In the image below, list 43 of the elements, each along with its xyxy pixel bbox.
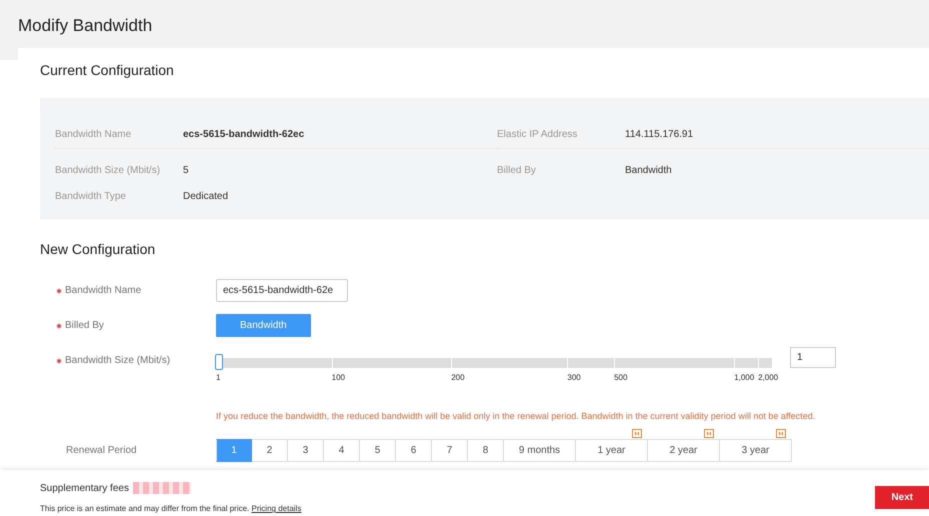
field-value: 5: [183, 164, 189, 176]
field-value: Dedicated: [183, 190, 228, 202]
renewal-period-tab[interactable]: 3: [288, 439, 324, 462]
field-label: Bandwidth Type: [55, 190, 127, 202]
warning-text: If you reduce the bandwidth, the reduced bandwidth will be valid only in the renewal period. Bandwidth in the current validity period will not be affected.: [216, 411, 816, 421]
field-label: Bandwidth Size (Mbit/s): [65, 355, 170, 366]
renewal-period-tab[interactable]: 4: [324, 439, 360, 462]
tick-label: 2,000: [758, 373, 778, 382]
field-value: ecs-5615-bandwidth-62ec: [183, 128, 304, 140]
renewal-period-tab[interactable]: 1 year: [576, 439, 648, 462]
renewal-period-tab[interactable]: 8: [468, 439, 504, 462]
section-heading: Current Configuration: [40, 62, 174, 78]
tick-label: 500: [614, 373, 628, 382]
tick-label: 1,000: [734, 373, 754, 382]
fees-label: Supplementary fees: [40, 482, 129, 494]
field-label: Bandwidth Name: [55, 128, 132, 140]
field-label: Billed By: [497, 164, 537, 176]
renewal-period-tab[interactable]: 9 months: [504, 439, 576, 462]
tick-label: 1: [216, 373, 220, 382]
page-title: Modify Bandwidth: [18, 15, 152, 36]
renewal-period-tab[interactable]: 2 year: [648, 439, 720, 462]
field-label: Bandwidth Name: [65, 285, 142, 296]
field-value: 114.115.176.91: [625, 128, 694, 140]
field-label: Renewal Period: [65, 445, 138, 456]
bandwidth-size-field[interactable]: 1: [790, 347, 836, 368]
renewal-period-tab[interactable]: 6: [396, 439, 432, 462]
renewal-period-tab[interactable]: 2: [252, 439, 288, 462]
field-label: Billed By: [65, 320, 104, 331]
renewal-period-tab[interactable]: 7: [432, 439, 468, 462]
renewal-period-tab[interactable]: 5: [360, 439, 396, 462]
field-label: Elastic IP Address: [497, 128, 578, 140]
tick-label: 300: [567, 373, 581, 382]
pricing-link[interactable]: Pricing details: [252, 504, 302, 513]
field-label: Bandwidth Size (Mbit/s): [55, 164, 162, 176]
bandwidth-name-field[interactable]: ecs-5615-bandwidth-62e: [216, 279, 348, 302]
tick-label: 200: [451, 373, 465, 382]
renewal-period-tab[interactable]: 3 year: [720, 439, 792, 462]
next-button[interactable]: Next: [875, 486, 929, 509]
section-heading: New Configuration: [40, 241, 156, 257]
field-value: Bandwidth: [625, 164, 672, 176]
redacted-price: [132, 482, 191, 494]
price-note: This price is an estimate and may differ from the final price. Pricing details: [40, 504, 302, 513]
tick-label: 100: [332, 373, 345, 382]
